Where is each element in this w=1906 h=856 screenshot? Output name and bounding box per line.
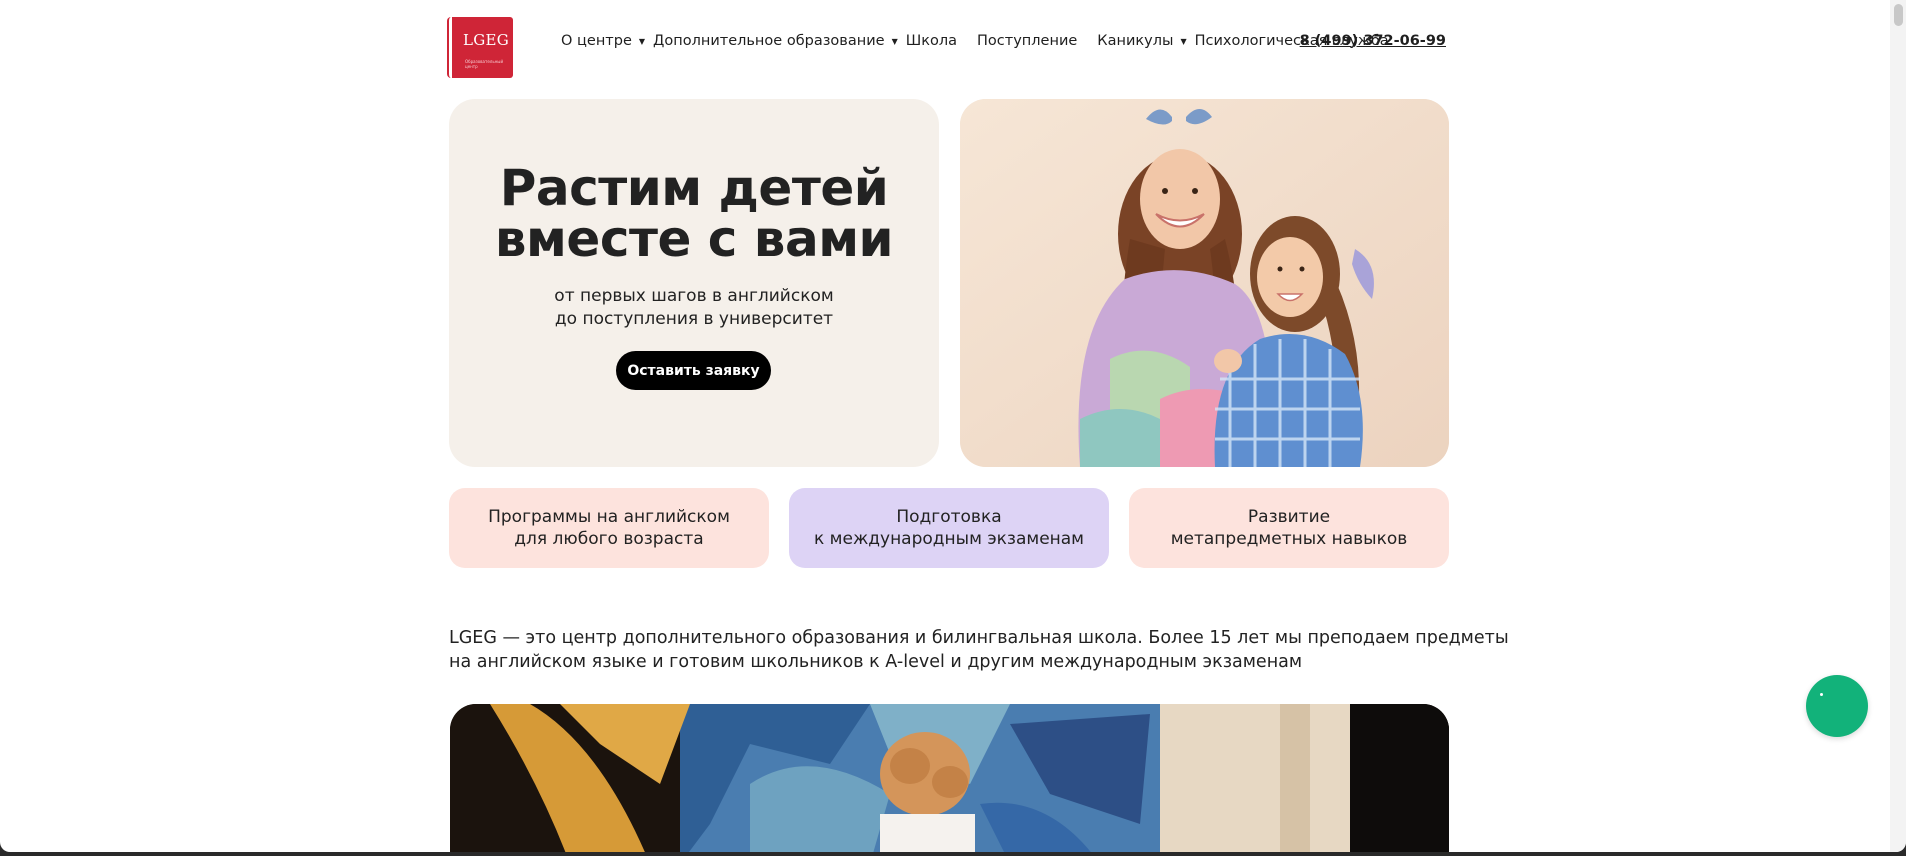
logo-text: LGEG [463,31,510,49]
children-photo-illustration [960,99,1449,467]
feature-card-english-programs[interactable]: Программы на английском для любого возра… [449,488,769,568]
feature-card-line: Подготовка [896,507,1002,527]
nav-item-label: Дополнительное образование [653,33,885,49]
nav-item-label: Поступление [977,33,1078,49]
nav-item-label: Каникулы [1097,33,1174,49]
hero-subtitle-line: от первых шагов в английском [554,286,834,306]
caret-down-icon: ▼ [638,36,646,46]
hero-subtitle-line: до поступления в университет [554,309,834,329]
submit-application-button[interactable]: Оставить заявку [616,351,771,390]
nav-item-about[interactable]: О центре ▼ [561,33,653,49]
feature-card-exam-prep[interactable]: Подготовка к международным экзаменам [789,488,1109,568]
phone-link[interactable]: 8 (499) 372-06-99 [1300,33,1446,49]
feature-card-line: метапредметных навыков [1170,529,1408,549]
feature-card-meta-skills[interactable]: Развитие метапредметных навыков [1129,488,1449,568]
hero-title: Растим детей вместе с вами [449,163,939,265]
page: LGEG Образовательный центр О центре ▼ До… [0,0,1906,852]
feature-card-line: к международным экзаменам [813,529,1085,549]
about-text-line: LGEG — это центр дополнительного образов… [449,628,1509,648]
about-text: LGEG — это центр дополнительного образов… [449,627,1509,674]
scrollbar[interactable] [1890,0,1906,852]
nav-item-label: Школа [905,33,958,49]
feature-card-line: Развитие [1247,507,1331,527]
nav-item-admission[interactable]: Поступление [977,33,1077,49]
hero-card: Растим детей вместе с вами от первых шаг… [449,99,939,467]
hero-title-line: вместе с вами [494,210,894,268]
nav-item-additional-education[interactable]: Дополнительное образование ▼ [653,33,906,49]
hero-title-line: Растим детей [499,159,889,217]
nav-item-label: О центре [561,33,632,49]
caret-down-icon: ▼ [1180,36,1187,46]
site-header: LGEG Образовательный центр О центре ▼ До… [447,0,1449,90]
scrollbar-thumb[interactable] [1894,4,1903,26]
feature-card-line: для любого возраста [514,529,704,549]
hero-photo [960,99,1449,467]
nav-item-school[interactable]: Школа [906,33,957,49]
classroom-photo [450,704,1449,852]
main-nav: О центре ▼ Дополнительное образование ▼ … [561,33,1389,49]
painting-children-illustration [450,704,1449,852]
chat-button[interactable] [1806,675,1868,737]
logo-tagline: Образовательный центр [465,59,504,69]
logo-bracket [447,17,452,78]
hero-subtitle: от первых шагов в английском до поступле… [449,285,939,331]
caret-down-icon: ▼ [891,36,898,46]
logo[interactable]: LGEG Образовательный центр [447,17,513,78]
nav-item-holidays[interactable]: Каникулы ▼ [1097,33,1194,49]
chat-icon [1820,693,1823,696]
feature-card-line: Программы на английском [488,507,730,527]
about-text-line: на английском языке и готовим школьников… [449,651,1303,672]
